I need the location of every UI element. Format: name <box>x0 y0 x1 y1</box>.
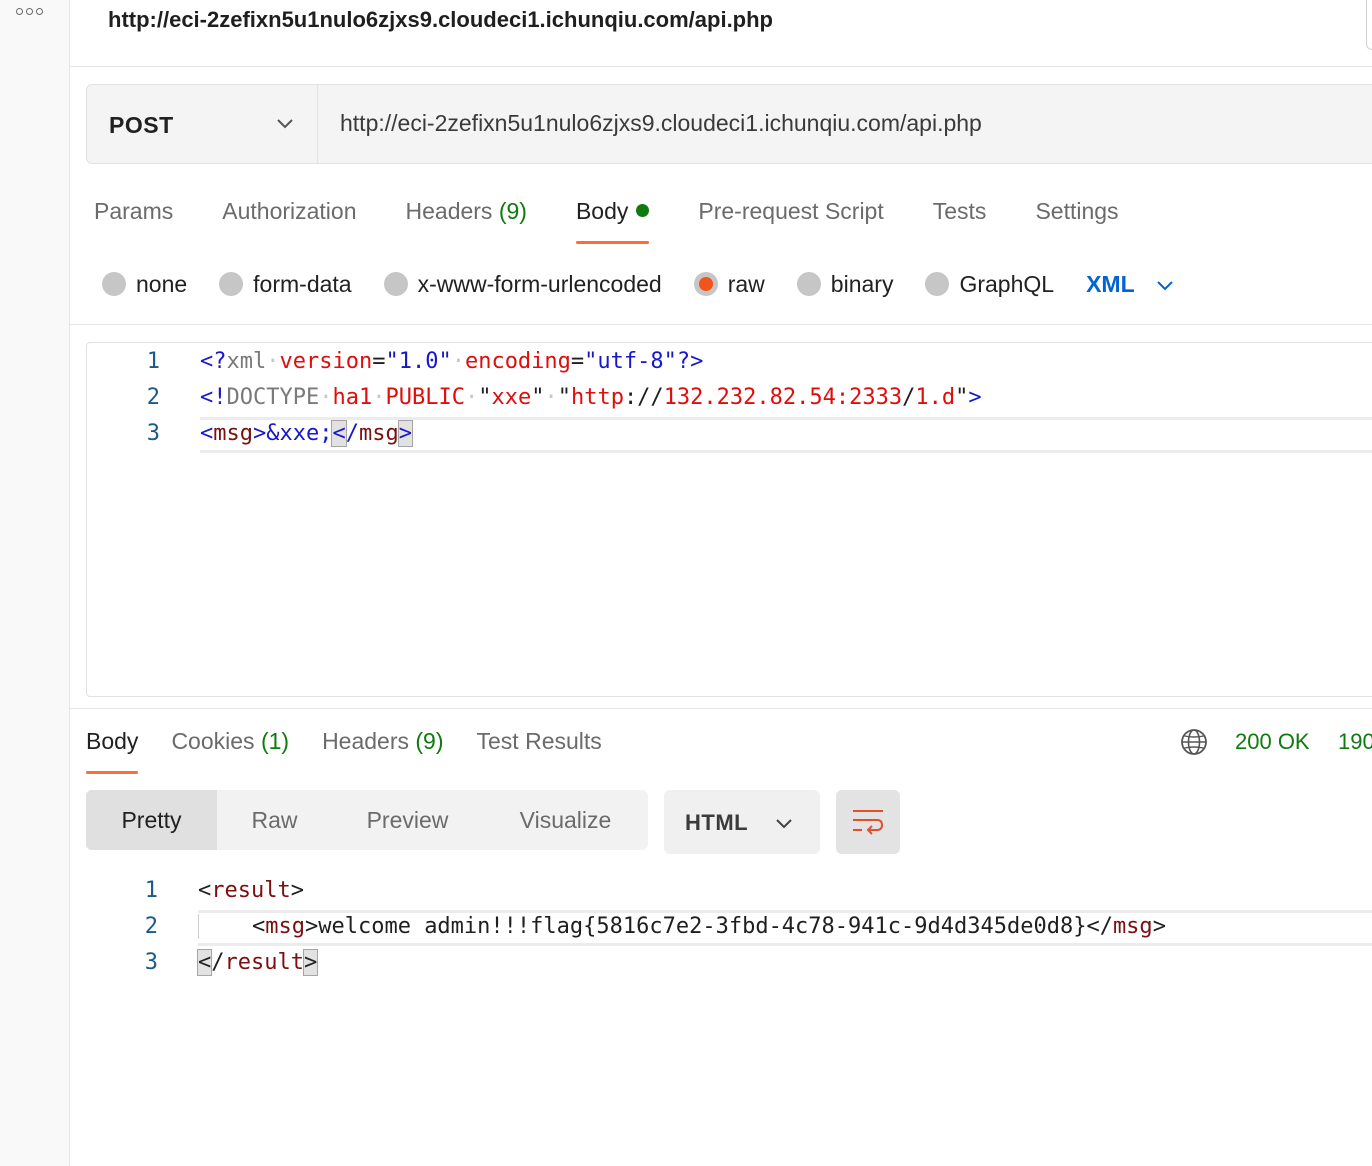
code-text: <result> <box>198 878 304 903</box>
line-number: 3 <box>146 421 160 446</box>
request-bar: POST http://eci-2zefixn5u1nulo6zjxs9.clo… <box>86 84 1372 164</box>
method-label: POST <box>109 112 174 138</box>
view-visualize-button[interactable]: Visualize <box>483 790 648 850</box>
format-label: HTML <box>685 810 749 835</box>
line-number: 2 <box>144 914 158 939</box>
active-tab-underline <box>86 771 139 774</box>
request-tabs: Params Authorization Headers (9) Body Pr… <box>94 196 1168 246</box>
tab-authorization[interactable]: Authorization <box>222 196 356 244</box>
url-input[interactable]: http://eci-2zefixn5u1nulo6zjxs9.cloudeci… <box>340 110 982 137</box>
code-line: 3 <msg>&xxe;</msg> <box>87 417 1372 453</box>
tab-headers[interactable]: Headers (9) <box>406 196 527 244</box>
view-pretty-button[interactable]: Pretty <box>86 790 217 850</box>
status-code[interactable]: 200 OK <box>1235 729 1310 755</box>
line-number: 3 <box>144 950 158 975</box>
radio-button[interactable] <box>925 272 950 296</box>
view-preview-button[interactable]: Preview <box>332 790 483 850</box>
code-text: <!DOCTYPE·ha1·PUBLIC·"xxe"·"http://132.2… <box>200 385 982 410</box>
radio-none[interactable]: none <box>102 271 187 298</box>
headers-count: (9) <box>498 198 527 224</box>
code-text: </result> <box>196 949 319 976</box>
radio-button[interactable] <box>219 272 244 296</box>
response-tab-body[interactable]: Body <box>86 726 139 774</box>
cookies-count: (1) <box>260 728 290 754</box>
radio-form-data[interactable]: form-data <box>219 271 352 298</box>
tab-body[interactable]: Body <box>575 196 650 244</box>
response-tab-cookies[interactable]: Cookies (1) <box>171 726 289 774</box>
radio-button[interactable] <box>796 272 821 296</box>
radio-binary[interactable]: binary <box>796 271 893 298</box>
tab-pre-request-script[interactable]: Pre-request Script <box>698 196 883 244</box>
code-line: 3 </result> <box>86 946 1372 982</box>
response-tab-headers[interactable]: Headers (9) <box>322 726 443 774</box>
chevron-down-icon <box>776 819 792 829</box>
body-indicator-dot <box>636 204 650 217</box>
globe-icon[interactable] <box>1180 728 1208 756</box>
radio-button[interactable] <box>102 272 126 296</box>
scrollbar[interactable] <box>1366 0 1372 50</box>
code-text: <?xml·version="1.0"·encoding="utf-8"?> <box>200 349 704 374</box>
request-title[interactable]: http://eci-2zefixn5u1nulo6zjxs9.cloudeci… <box>108 7 773 33</box>
code-text: <msg>welcome admin!!!flag{5816c7e2-3fbd-… <box>198 914 1166 939</box>
code-line: 2 <msg>welcome admin!!!flag{5816c7e2-3fb… <box>86 910 1372 946</box>
headers-count: (9) <box>415 728 444 754</box>
code-line: 1 <result> <box>86 874 1372 910</box>
divider <box>70 708 1372 709</box>
wrap-lines-icon <box>853 810 884 835</box>
more-options-icon[interactable] <box>16 8 43 15</box>
body-type-selector: none form-data x-www-form-urlencoded raw… <box>102 268 1175 300</box>
wrap-lines-button[interactable] <box>836 790 900 854</box>
chevron-down-icon <box>277 119 293 129</box>
radio-graphql[interactable]: GraphQL <box>925 271 1054 298</box>
response-tab-test-results[interactable]: Test Results <box>477 726 602 774</box>
response-body-viewer[interactable]: 1 <result> 2 <msg>welcome admin!!!flag{5… <box>86 872 1372 1002</box>
radio-x-www-form-urlencoded[interactable]: x-www-form-urlencoded <box>383 271 662 298</box>
code-line: 2 <!DOCTYPE·ha1·PUBLIC·"xxe"·"http://132… <box>87 381 1372 417</box>
tab-settings[interactable]: Settings <box>1035 196 1118 244</box>
tab-params[interactable]: Params <box>94 196 173 244</box>
left-sidebar <box>0 0 70 1166</box>
response-tabs: Body Cookies (1) Headers (9) Test Result… <box>86 726 635 774</box>
request-body-editor[interactable]: 1 <?xml·version="1.0"·encoding="utf-8"?>… <box>86 342 1372 697</box>
chevron-down-icon[interactable] <box>1155 275 1175 295</box>
code-text: <msg>&xxe;</msg> <box>200 420 414 447</box>
line-number: 2 <box>146 385 160 410</box>
radio-button-selected[interactable] <box>693 272 718 296</box>
active-tab-underline <box>575 241 650 244</box>
response-time[interactable]: 190 <box>1338 729 1372 755</box>
language-select[interactable]: XML <box>1086 271 1135 298</box>
tab-tests[interactable]: Tests <box>933 196 987 244</box>
line-number: 1 <box>144 878 158 903</box>
view-raw-button[interactable]: Raw <box>217 790 332 850</box>
response-format-select[interactable]: HTML <box>664 790 820 854</box>
radio-button[interactable] <box>383 272 408 296</box>
line-number: 1 <box>146 349 160 374</box>
request-title-bar: http://eci-2zefixn5u1nulo6zjxs9.cloudeci… <box>70 0 1372 67</box>
radio-raw[interactable]: raw <box>693 271 765 298</box>
divider <box>70 324 1372 325</box>
code-line: 1 <?xml·version="1.0"·encoding="utf-8"?> <box>87 345 1372 381</box>
response-view-group: Pretty Raw Preview Visualize <box>86 790 648 850</box>
method-select[interactable]: POST <box>87 85 318 163</box>
